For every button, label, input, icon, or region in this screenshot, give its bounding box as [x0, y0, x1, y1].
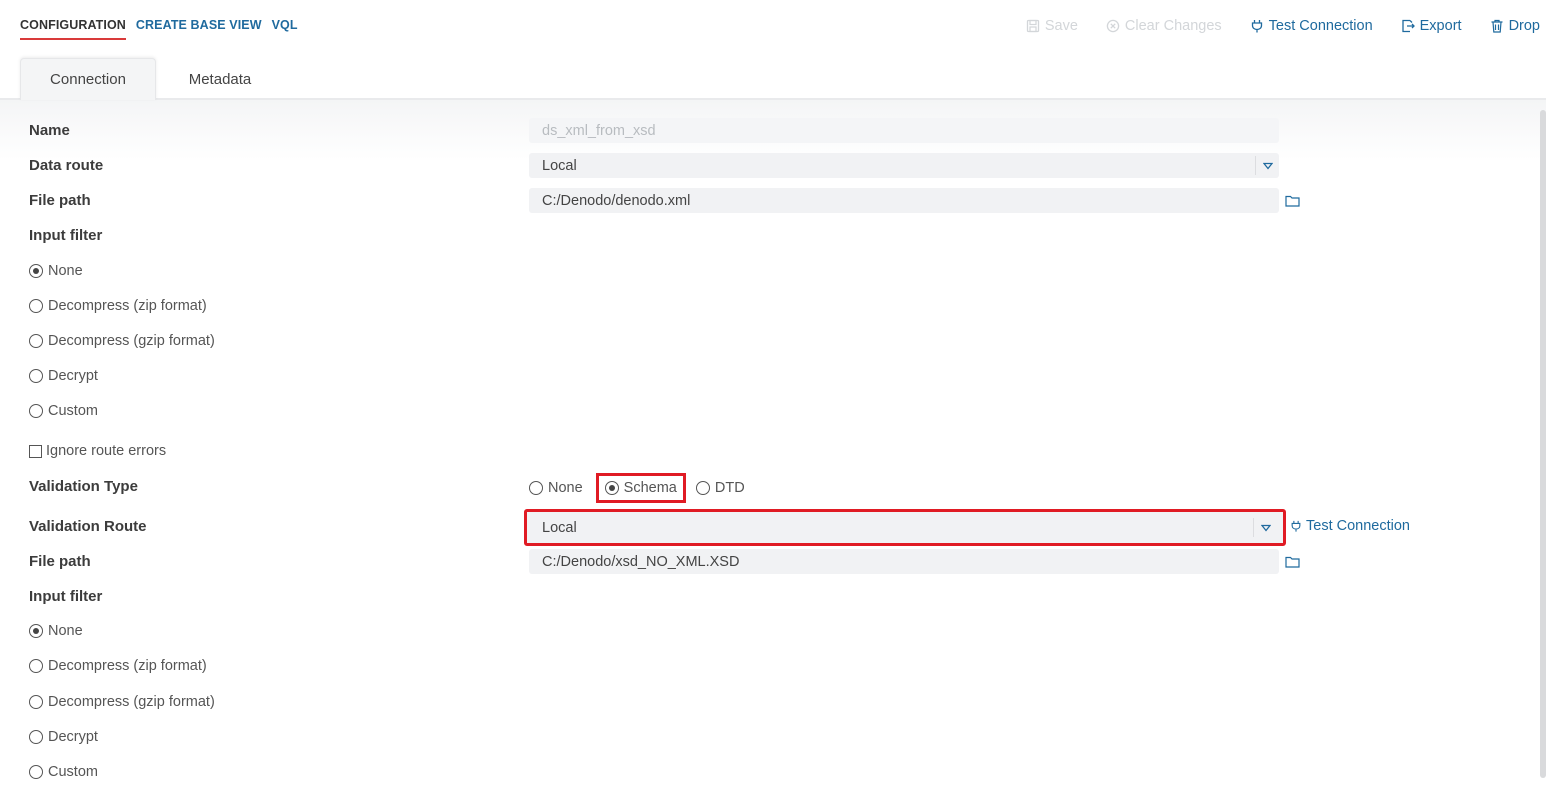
tab-metadata[interactable]: Metadata — [170, 58, 270, 100]
filter2-none-label: None — [48, 623, 83, 639]
name-field: ds_xml_from_xsd — [529, 118, 1279, 143]
chevron-down-icon — [1255, 156, 1279, 175]
validation-route-select[interactable]: Local — [524, 509, 1286, 546]
filter-decrypt-radio[interactable]: Decrypt — [29, 368, 98, 384]
sub-tabs: Connection Metadata — [0, 58, 1546, 100]
toolbar: Save Clear Changes Test Connection Expor… — [1026, 18, 1540, 34]
clear-changes-button[interactable]: Clear Changes — [1106, 18, 1222, 34]
radio-icon — [29, 404, 43, 418]
data-route-label: Data route — [29, 157, 104, 174]
clear-icon — [1106, 19, 1120, 33]
folder-icon[interactable] — [1285, 195, 1300, 207]
test-connection-button[interactable]: Test Connection — [1250, 18, 1373, 34]
export-label: Export — [1419, 18, 1462, 34]
data-route-value: Local — [542, 157, 577, 174]
radio-icon — [29, 659, 43, 673]
chevron-down-icon — [1253, 518, 1277, 537]
radio-icon — [695, 481, 710, 495]
radio-icon — [29, 369, 43, 383]
validation-dtd-radio[interactable]: DTD — [695, 480, 745, 496]
filter2-custom-label: Custom — [48, 764, 98, 780]
top-nav: CONFIGURATION CREATE BASE VIEW VQL — [20, 18, 298, 40]
tab-vql[interactable]: VQL — [272, 18, 298, 40]
radio-icon — [529, 481, 543, 495]
plug-icon — [1251, 20, 1262, 33]
tab-create-base-view[interactable]: CREATE BASE VIEW — [136, 18, 262, 40]
file-path-2-input[interactable]: C:/Denodo/xsd_NO_XML.XSD — [529, 549, 1279, 574]
drop-button[interactable]: Drop — [1490, 18, 1540, 34]
scrollbar[interactable] — [1540, 110, 1546, 778]
export-icon — [1401, 19, 1415, 33]
filter-none-label: None — [48, 263, 83, 279]
filter-zip-label: Decompress (zip format) — [48, 298, 207, 314]
filter2-zip-label: Decompress (zip format) — [48, 658, 207, 674]
folder-icon[interactable] — [1285, 556, 1300, 568]
radio-icon — [29, 765, 43, 779]
filter-custom-label: Custom — [48, 403, 98, 419]
radio-checked-icon — [604, 481, 619, 495]
radio-icon — [29, 730, 43, 744]
validation-route-value: Local — [542, 519, 577, 536]
filter2-gzip-label: Decompress (gzip format) — [48, 694, 215, 710]
validation-dtd-label: DTD — [714, 480, 745, 496]
file-path-2-label: File path — [29, 553, 91, 570]
validation-none-radio[interactable]: None — [529, 480, 583, 496]
plug-icon — [1291, 520, 1301, 532]
validation-test-connection-label: Test Connection — [1306, 518, 1410, 534]
filter-custom-radio[interactable]: Custom — [29, 403, 98, 419]
export-button[interactable]: Export — [1401, 18, 1462, 34]
data-route-select[interactable]: Local — [529, 153, 1279, 178]
trash-icon — [1491, 19, 1503, 33]
drop-label: Drop — [1508, 18, 1540, 34]
name-label: Name — [29, 122, 70, 139]
filter-zip-radio[interactable]: Decompress (zip format) — [29, 298, 207, 314]
ignore-route-errors-checkbox[interactable]: Ignore route errors — [29, 443, 166, 459]
validation-type-label: Validation Type — [29, 478, 138, 495]
save-button[interactable]: Save — [1026, 18, 1078, 34]
tab-configuration[interactable]: CONFIGURATION — [20, 18, 126, 40]
filter-gzip-label: Decompress (gzip format) — [48, 333, 215, 349]
clear-changes-label: Clear Changes — [1124, 18, 1222, 34]
filter-decrypt-label: Decrypt — [48, 368, 98, 384]
radio-checked-icon — [29, 624, 43, 638]
radio-checked-icon — [29, 264, 43, 278]
filter2-gzip-radio[interactable]: Decompress (gzip format) — [29, 694, 215, 710]
filter-none-radio[interactable]: None — [29, 263, 83, 279]
filter2-zip-radio[interactable]: Decompress (zip format) — [29, 658, 207, 674]
tab-connection[interactable]: Connection — [20, 58, 156, 100]
input-filter-label: Input filter — [29, 227, 103, 244]
input-filter-2-label: Input filter — [29, 588, 103, 605]
ignore-route-errors-label: Ignore route errors — [46, 443, 167, 459]
radio-icon — [29, 299, 43, 313]
filter2-decrypt-radio[interactable]: Decrypt — [29, 729, 98, 745]
file-path-input[interactable]: C:/Denodo/denodo.xml — [529, 188, 1279, 213]
validation-schema-label: Schema — [623, 480, 677, 496]
validation-schema-radio[interactable]: Schema — [595, 473, 686, 503]
filter2-none-radio[interactable]: None — [29, 623, 83, 639]
validation-type-group: None Schema DTD — [529, 473, 745, 503]
filter2-custom-radio[interactable]: Custom — [29, 764, 98, 780]
checkbox-icon — [29, 444, 42, 458]
save-icon — [1026, 19, 1040, 33]
test-connection-label: Test Connection — [1268, 18, 1373, 34]
save-label: Save — [1044, 18, 1078, 34]
filter2-decrypt-label: Decrypt — [48, 729, 98, 745]
validation-test-connection-button[interactable]: Test Connection — [1290, 518, 1410, 534]
radio-icon — [29, 334, 43, 348]
validation-none-label: None — [548, 480, 583, 496]
validation-route-label: Validation Route — [29, 518, 147, 535]
file-path-label: File path — [29, 192, 91, 209]
radio-icon — [29, 695, 43, 709]
filter-gzip-radio[interactable]: Decompress (gzip format) — [29, 333, 215, 349]
